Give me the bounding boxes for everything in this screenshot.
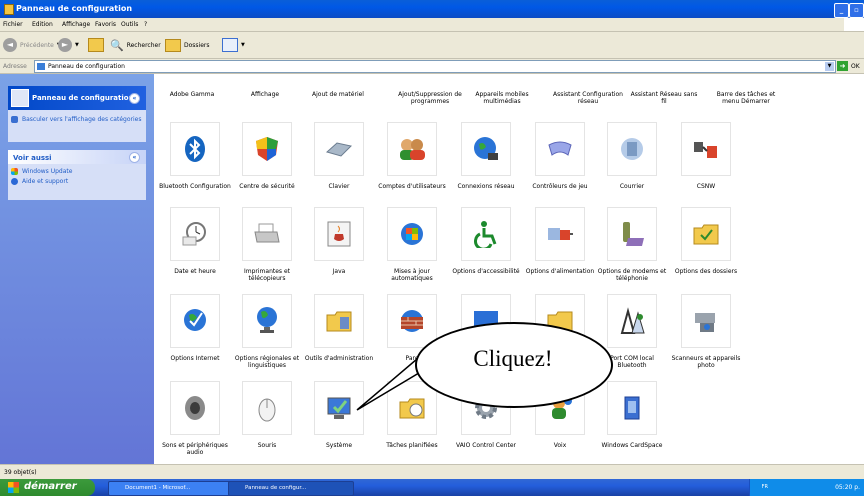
folders-button[interactable]: Dossiers: [165, 38, 210, 52]
object-count: 39 objet(s): [4, 469, 37, 476]
forward-button[interactable]: ► ▼: [58, 38, 79, 52]
menu-outils[interactable]: Outils: [121, 21, 138, 28]
folder-up-icon: [88, 38, 104, 52]
window-title: Panneau de configuration: [16, 4, 133, 13]
menu-affichage[interactable]: Affichage: [62, 21, 90, 28]
chevron-down-icon[interactable]: ▼: [825, 62, 834, 71]
taskbar: démarrer Document1 - Microsof... Panneau…: [0, 479, 864, 496]
forward-arrow-icon: ►: [58, 38, 72, 52]
panel-header: Panneau de configuration «: [8, 86, 146, 110]
language-indicator[interactable]: FR: [762, 484, 768, 490]
go-label[interactable]: OK: [851, 63, 860, 70]
help-icon: [11, 178, 18, 185]
callout-bubble: Cliquez!: [415, 322, 613, 408]
title-bar: Panneau de configuration _ ▫: [0, 0, 864, 18]
windows-update-icon: [11, 168, 18, 175]
minimize-button[interactable]: _: [834, 3, 849, 18]
address-field[interactable]: Panneau de configuration ▼: [34, 60, 836, 73]
windows-logo-icon: [844, 18, 864, 31]
switch-category-view-link[interactable]: Basculer vers l'affichage des catégories: [8, 116, 146, 124]
address-bar: Adresse Panneau de configuration ▼ ➜ OK: [0, 59, 864, 74]
clock: 05:20 p.: [835, 484, 860, 491]
back-button[interactable]: ◄ Précédente▼: [3, 38, 61, 52]
start-button[interactable]: démarrer: [0, 479, 95, 496]
back-arrow-icon: ◄: [3, 38, 17, 52]
menu-help[interactable]: ?: [144, 21, 147, 28]
views-icon: [222, 38, 238, 52]
collapse-icon[interactable]: «: [129, 152, 140, 163]
collapse-icon[interactable]: «: [129, 93, 140, 104]
menu-fichier[interactable]: Fichier: [3, 21, 23, 28]
control-panel-box: Panneau de configuration « Basculer vers…: [8, 86, 146, 142]
system-tray: FR 05:20 p.: [749, 479, 864, 496]
menu-favoris[interactable]: Favoris: [95, 21, 116, 28]
windows-logo-icon: [8, 482, 19, 493]
control-panel-icon: [4, 4, 14, 15]
see-also-box: Voir aussi « Windows Update Aide et supp…: [8, 150, 146, 200]
views-button[interactable]: ▼: [222, 38, 245, 52]
help-support-link[interactable]: Aide et support: [8, 178, 146, 186]
control-panel-icon: [11, 89, 29, 107]
maximize-button[interactable]: ▫: [849, 3, 864, 18]
up-folder-button[interactable]: [88, 38, 104, 52]
menu-bar: Fichier Edition Affichage Favoris Outils…: [0, 18, 864, 32]
task-panneau-configuration[interactable]: Panneau de configur...: [228, 481, 354, 496]
status-bar: 39 objet(s): [0, 464, 864, 479]
folders-icon: [165, 38, 181, 52]
go-button[interactable]: ➜: [837, 61, 848, 71]
panel-header: Voir aussi «: [8, 150, 146, 164]
task-pane: Panneau de configuration « Basculer vers…: [0, 74, 154, 464]
switch-view-icon: [11, 116, 18, 123]
control-panel-icon: [37, 63, 45, 70]
address-label: Adresse: [3, 63, 27, 70]
task-document1[interactable]: Document1 - Microsof...: [108, 481, 233, 496]
menu-edition[interactable]: Edition: [32, 21, 53, 28]
callout-text: Cliquez!: [473, 346, 553, 371]
search-button[interactable]: 🔍 Rechercher: [110, 38, 161, 52]
windows-update-link[interactable]: Windows Update: [8, 168, 146, 176]
toolbar: ◄ Précédente▼ ►▼ 🔍 Rechercher Dossiers ▼: [0, 32, 864, 59]
search-icon: 🔍: [110, 38, 124, 52]
